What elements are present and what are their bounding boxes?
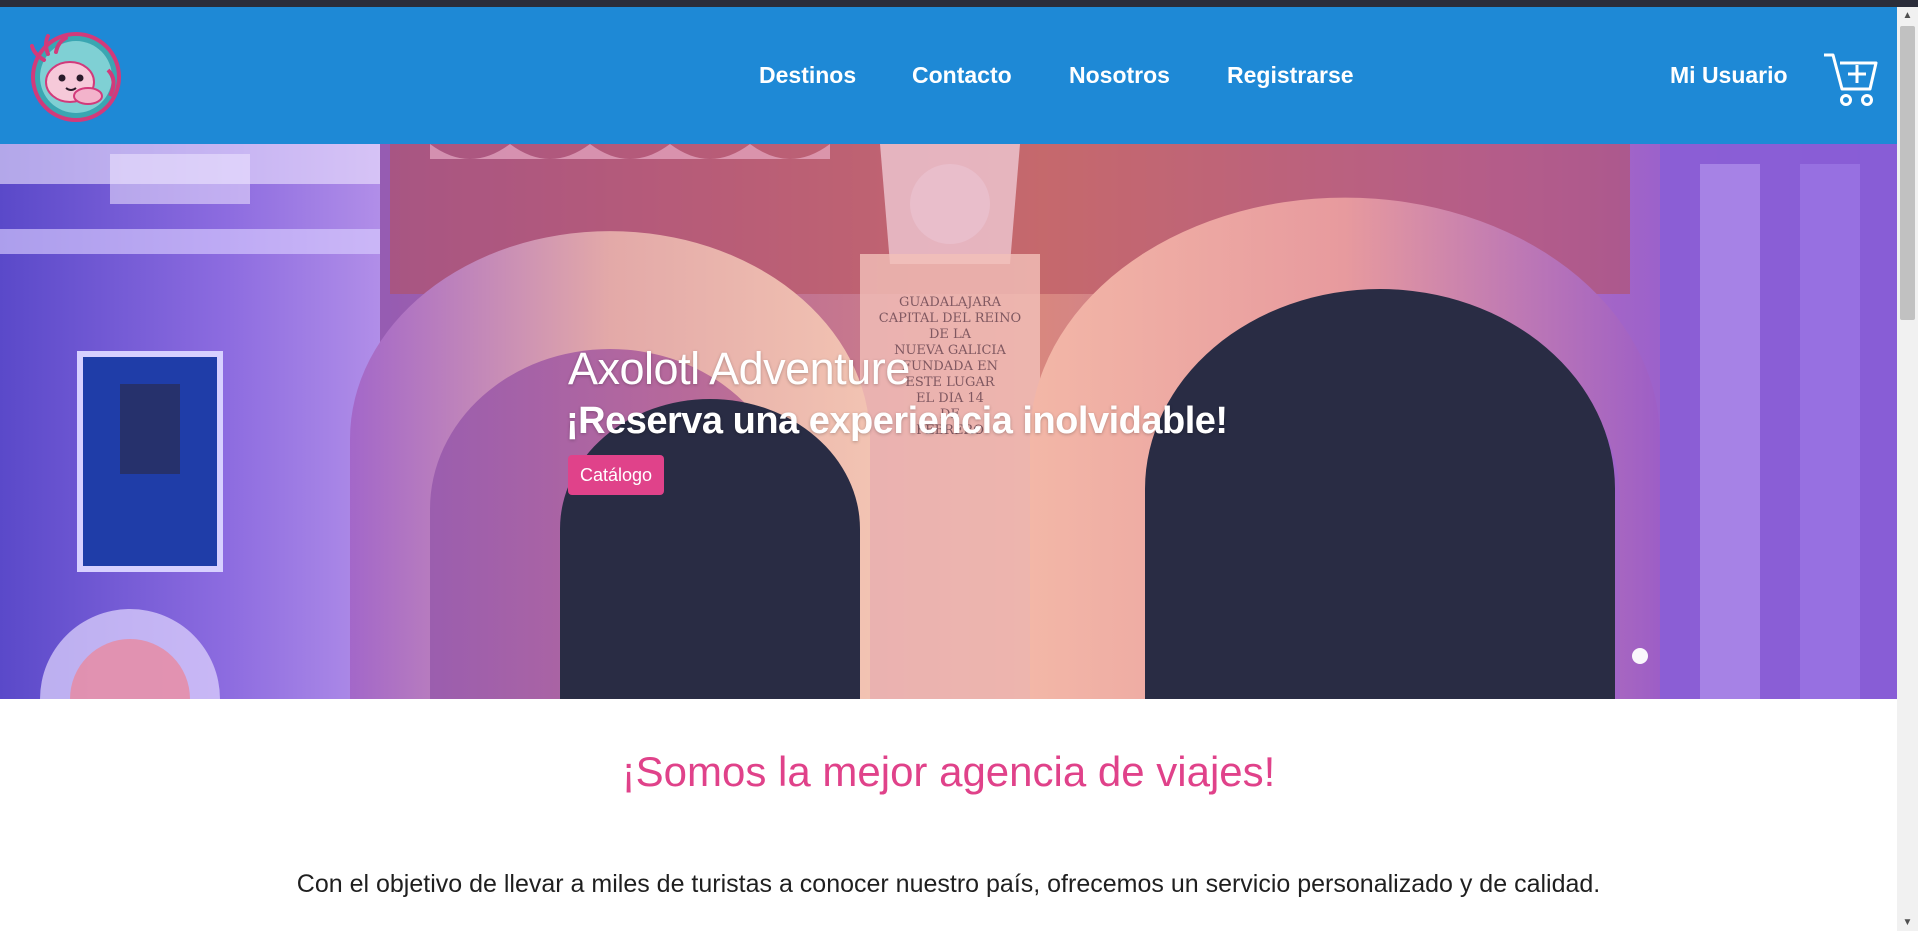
about-title: ¡Somos la mejor agencia de viajes! bbox=[621, 748, 1276, 795]
nav-link-contacto[interactable]: Contacto bbox=[912, 62, 1012, 89]
scrollbar-thumb[interactable] bbox=[1900, 26, 1915, 320]
inscription-line: CAPITAL DEL REINO bbox=[879, 311, 1021, 326]
nav-link-destinos[interactable]: Destinos bbox=[759, 62, 856, 89]
navbar: Destinos Contacto Nosotros Registrarse M… bbox=[0, 7, 1897, 144]
inscription-line: GUADALAJARA bbox=[899, 295, 1002, 310]
user-menu-link[interactable]: Mi Usuario bbox=[1670, 62, 1788, 89]
hero-title: Axolotl Adventure bbox=[568, 343, 910, 394]
window-top-strip bbox=[0, 0, 1918, 7]
inscription-line: DE LA bbox=[929, 327, 972, 342]
vertical-scrollbar[interactable]: ▲ ▼ bbox=[1897, 7, 1918, 931]
about-text: Con el objetivo de llevar a miles de tur… bbox=[296, 870, 1601, 898]
inscription-line: NUEVA GALICIA bbox=[894, 343, 1006, 358]
hero-subtitle: ¡Reserva una experiencia inolvidable! bbox=[566, 400, 1228, 442]
scroll-down-arrow-icon[interactable]: ▼ bbox=[1897, 914, 1918, 931]
nav-link-registrarse[interactable]: Registrarse bbox=[1227, 62, 1354, 89]
inscription-line: FUNDADA EN bbox=[902, 359, 998, 374]
add-to-cart-icon[interactable] bbox=[1822, 47, 1880, 109]
scroll-up-arrow-icon[interactable]: ▲ bbox=[1897, 7, 1918, 24]
nav-link-nosotros[interactable]: Nosotros bbox=[1069, 62, 1170, 89]
hero-banner: GUADALAJARA CAPITAL DEL REINO DE LA NUEV… bbox=[0, 144, 1897, 699]
axolotl-logo[interactable] bbox=[26, 30, 124, 123]
inscription-line: ESTE LUGAR bbox=[905, 375, 995, 390]
catalog-button[interactable]: Catálogo bbox=[568, 455, 665, 495]
